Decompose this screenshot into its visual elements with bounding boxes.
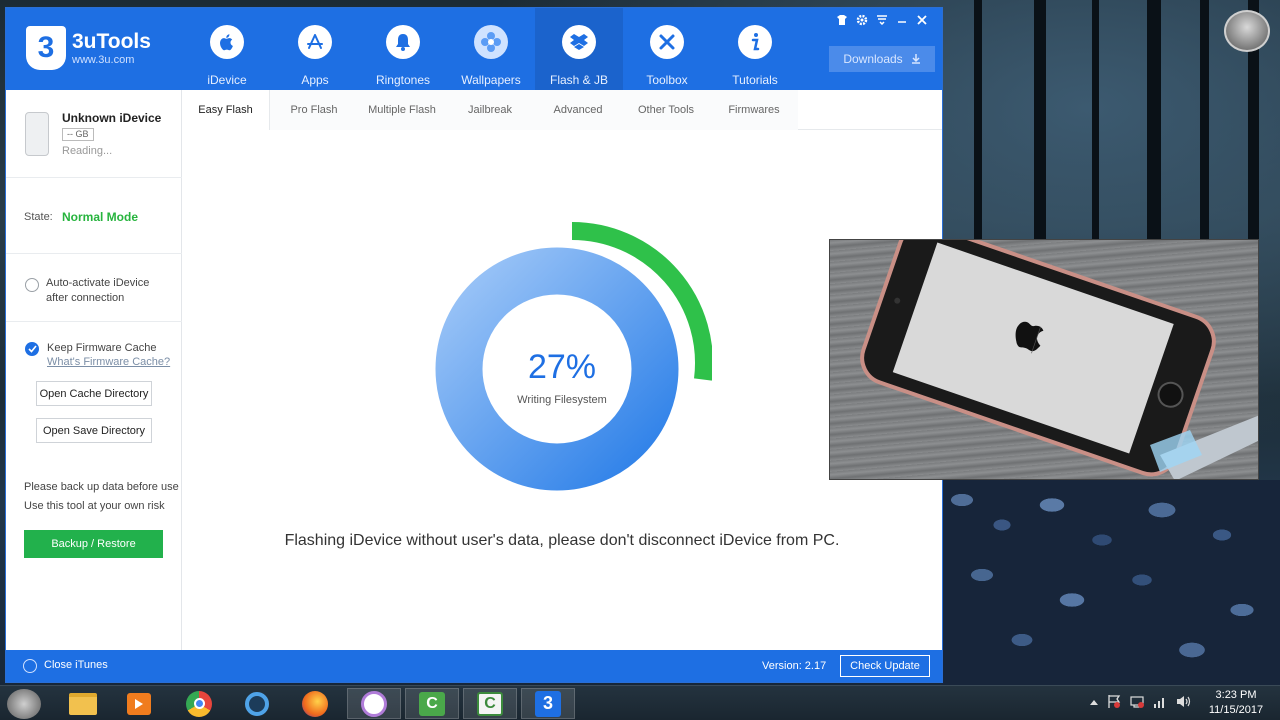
- clock-time: 3:23 PM: [1215, 689, 1257, 701]
- dropbox-box-icon: [562, 25, 596, 59]
- nav-wallpapers[interactable]: Wallpapers: [447, 8, 535, 90]
- iphone-photo: [829, 239, 1259, 480]
- flash-tabs: Easy Flash Pro Flash Multiple Flash Jail…: [182, 90, 942, 130]
- app-name: 3uTools: [72, 29, 151, 53]
- logo-badge-icon: 3: [26, 26, 66, 70]
- phone-icon: [25, 112, 49, 156]
- pebbles-wallpaper: [942, 480, 1280, 685]
- itunes-icon[interactable]: [347, 688, 401, 719]
- menu-icon[interactable]: [874, 12, 890, 28]
- tab-other-tools[interactable]: Other Tools: [622, 90, 710, 130]
- clock-date: 11/15/2017: [1208, 704, 1264, 716]
- device-status: Reading...: [62, 145, 113, 157]
- tools-icon: [650, 25, 684, 59]
- tab-firmwares[interactable]: Firmwares: [710, 90, 798, 130]
- device-capacity: -- GB: [62, 128, 94, 141]
- taskbar-clock[interactable]: 3:23 PM 11/15/2017: [1200, 688, 1272, 718]
- minimize-icon[interactable]: [894, 12, 910, 28]
- auto-activate-option: Auto-activate iDevice after connection: [6, 254, 182, 322]
- state-value: Normal Mode: [62, 210, 139, 224]
- tab-jailbreak[interactable]: Jailbreak: [446, 90, 534, 130]
- keep-cache-checkbox[interactable]: [25, 342, 39, 356]
- skin-icon[interactable]: [834, 12, 850, 28]
- tab-multiple-flash[interactable]: Multiple Flash: [358, 90, 446, 130]
- network-icon[interactable]: [1130, 695, 1144, 708]
- device-info: Unknown iDevice -- GB Reading...: [6, 90, 182, 178]
- firmware-cache-link[interactable]: What's Firmware Cache?: [47, 356, 170, 368]
- window-controls: [834, 12, 930, 28]
- check-icon: [27, 345, 37, 353]
- chrome-icon[interactable]: [172, 688, 226, 719]
- desktop-avatar-icon[interactable]: [1224, 10, 1270, 52]
- device-name: Unknown iDevice: [62, 111, 162, 125]
- flash-content: 27% Writing Filesystem Flashing iDevice …: [182, 130, 942, 650]
- nav-flash-jb[interactable]: Flash & JB: [535, 8, 623, 90]
- close-itunes-label: Close iTunes: [44, 659, 108, 671]
- app-url: www.3u.com: [72, 53, 135, 66]
- file-explorer-icon[interactable]: [56, 688, 110, 719]
- tab-easy-flash[interactable]: Easy Flash: [182, 90, 270, 130]
- downloads-button[interactable]: Downloads: [829, 46, 935, 72]
- backup-restore-button[interactable]: Backup / Restore: [24, 530, 163, 558]
- nav-toolbox[interactable]: Toolbox: [623, 8, 711, 90]
- tray-expand-icon[interactable]: [1090, 699, 1098, 705]
- progress-percent: 27%: [527, 348, 597, 386]
- backup-warning: Please back up data before use Use this …: [24, 481, 179, 512]
- close-icon[interactable]: [914, 12, 930, 28]
- nav-tutorials[interactable]: Tutorials: [711, 8, 799, 90]
- info-icon: [738, 25, 772, 59]
- nav-idevice[interactable]: iDevice: [183, 8, 271, 90]
- gear-icon[interactable]: [854, 12, 870, 28]
- auto-activate-radio[interactable]: [25, 278, 39, 292]
- flash-notice: Flashing iDevice without user's data, pl…: [284, 532, 840, 549]
- open-save-directory-button[interactable]: Open Save Directory: [36, 418, 152, 443]
- keep-cache-label: Keep Firmware Cache: [47, 342, 157, 354]
- iphone-illustration: [860, 240, 1258, 479]
- sidebar: Unknown iDevice -- GB Reading... State: …: [6, 90, 182, 650]
- close-itunes-radio[interactable]: [23, 659, 37, 673]
- ie-icon[interactable]: [230, 688, 284, 719]
- taskbar-avatar-icon[interactable]: [0, 688, 48, 719]
- app-header: 3 3uTools www.3u.com iDevice Apps Ringto…: [6, 8, 942, 90]
- check-update-button[interactable]: Check Update: [840, 655, 930, 677]
- media-player-icon[interactable]: [112, 688, 166, 719]
- downloads-label: Downloads: [843, 52, 903, 66]
- state-label: State:: [24, 211, 53, 223]
- apple-icon: [210, 25, 244, 59]
- tab-pro-flash[interactable]: Pro Flash: [270, 90, 358, 130]
- app-store-icon: [298, 25, 332, 59]
- main-nav: iDevice Apps Ringtones Wallpapers Flash …: [183, 8, 799, 90]
- volume-icon[interactable]: [1176, 695, 1191, 708]
- bell-icon: [386, 25, 420, 59]
- tab-advanced[interactable]: Advanced: [534, 90, 622, 130]
- version-label: Version: 2.17: [762, 660, 827, 672]
- camtasia-recorder-icon[interactable]: C: [463, 688, 517, 719]
- auto-activate-label: Auto-activate iDevice after connection: [46, 277, 150, 304]
- state-info: State: Normal Mode: [6, 178, 182, 254]
- app-footer: Close iTunes Version: 2.17 Check Update: [6, 650, 942, 682]
- signal-icon[interactable]: [1153, 695, 1167, 708]
- flower-icon: [474, 25, 508, 59]
- 3utools-icon[interactable]: 3: [521, 688, 575, 719]
- flag-icon[interactable]: [1107, 695, 1121, 708]
- system-tray: [1090, 695, 1191, 708]
- app-window: 3 3uTools www.3u.com iDevice Apps Ringto…: [6, 8, 942, 682]
- download-icon: [911, 54, 920, 64]
- nav-apps[interactable]: Apps: [271, 8, 359, 90]
- open-cache-directory-button[interactable]: Open Cache Directory: [36, 381, 152, 406]
- nav-ringtones[interactable]: Ringtones: [359, 8, 447, 90]
- camtasia-icon[interactable]: C: [405, 688, 459, 719]
- app-logo: 3 3uTools www.3u.com: [26, 26, 151, 70]
- progress-label: Writing Filesystem: [517, 394, 607, 406]
- firefox-icon[interactable]: [288, 688, 342, 719]
- taskbar: C C 3 3:23 PM 11/15/2017: [0, 685, 1280, 720]
